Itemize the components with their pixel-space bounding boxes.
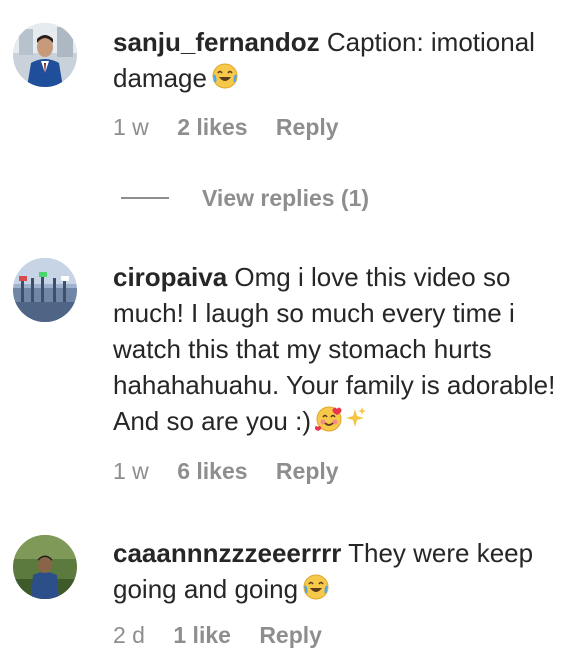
divider-line [121, 197, 169, 199]
avatar[interactable] [13, 23, 77, 87]
comment-text: caaannnzzzeeerrrr They were keep going a… [113, 535, 575, 607]
comment-username[interactable]: ciropaiva [113, 262, 227, 292]
reply-button[interactable]: Reply [276, 458, 339, 484]
comment-likes[interactable]: 6 likes [177, 458, 247, 484]
comment-text: sanju_fernandoz Caption: imotional damag… [113, 24, 575, 96]
avatar-image [13, 23, 77, 87]
comment-text: ciropaiva Omg i love this video so much!… [113, 259, 575, 439]
reply-button[interactable]: Reply [259, 622, 322, 648]
comment-likes[interactable]: 1 like [173, 622, 231, 648]
reply-button[interactable]: Reply [276, 114, 339, 140]
view-replies-button[interactable]: View replies (1) [121, 180, 369, 216]
avatar[interactable] [13, 535, 77, 599]
comment-likes[interactable]: 2 likes [177, 114, 247, 140]
view-replies-label[interactable]: View replies (1) [202, 185, 369, 212]
avatar-image [13, 535, 77, 599]
comment-time: 1 w [113, 114, 149, 140]
comment-time: 2 d [113, 622, 145, 648]
face-with-tears-of-joy-icon [302, 573, 330, 601]
comment-meta: 1 w 2 likes Reply [113, 114, 361, 141]
comment-username[interactable]: caaannnzzzeeerrrr [113, 538, 341, 568]
avatar[interactable] [13, 258, 77, 322]
face-with-tears-of-joy-icon [211, 62, 239, 90]
comment-time: 1 w [113, 458, 149, 484]
comment-username[interactable]: sanju_fernandoz [113, 27, 320, 57]
avatar-image [13, 258, 77, 322]
smiling-face-with-hearts-icon [315, 405, 367, 433]
comment-meta: 1 w 6 likes Reply [113, 458, 361, 485]
